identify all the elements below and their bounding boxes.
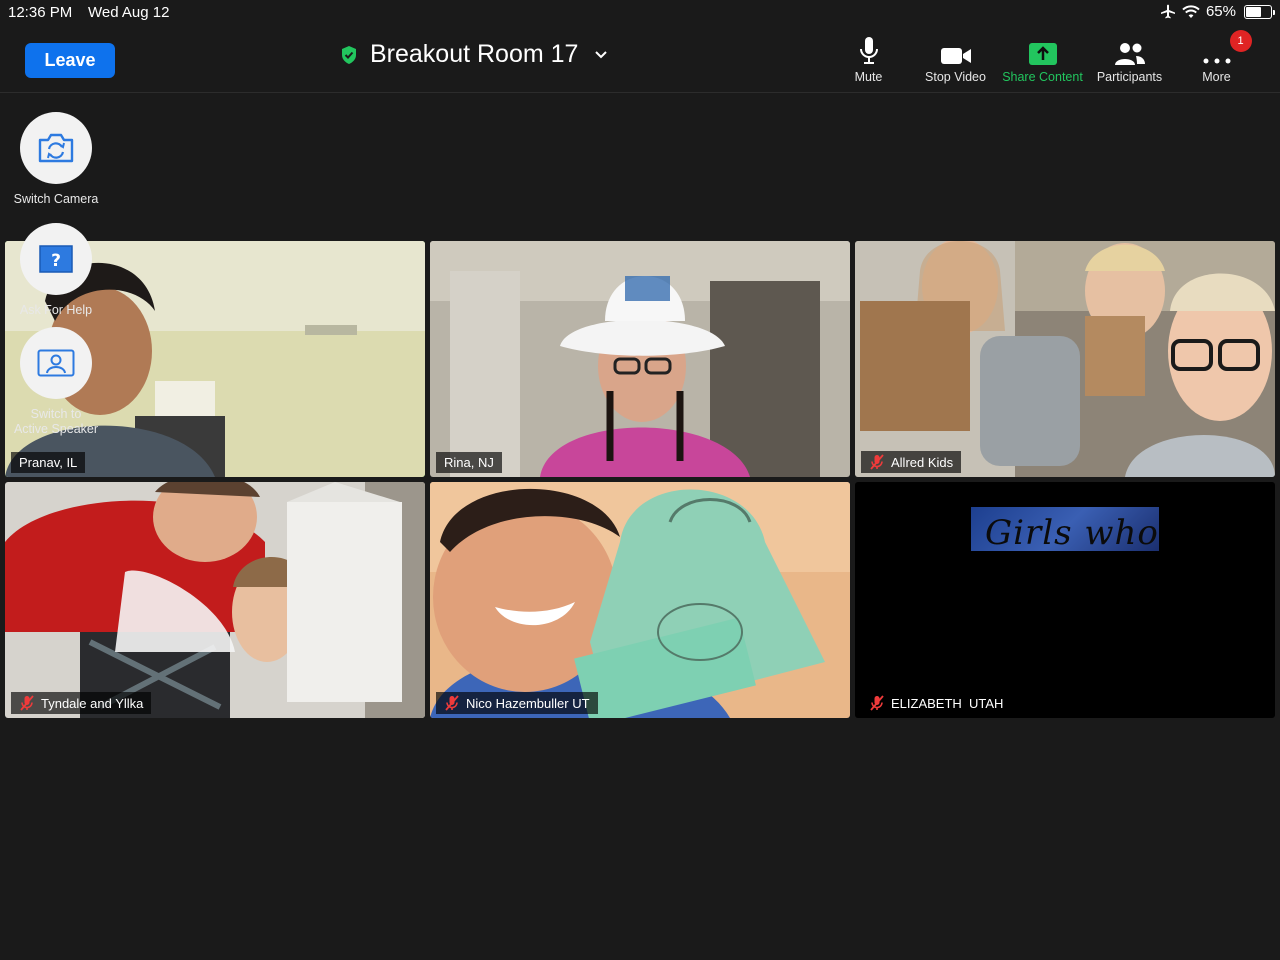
- toolbar-actions: Mute Stop Video Share Content Participan…: [825, 30, 1260, 84]
- battery-icon: [1244, 4, 1275, 19]
- video-tile[interactable]: Nico Hazembuller UT: [430, 482, 850, 718]
- svg-text:?: ?: [51, 251, 61, 271]
- help-question-icon: ?: [39, 245, 73, 273]
- ask-for-help-label: Ask For Help: [19, 303, 93, 317]
- wifi-icon: [1182, 4, 1200, 18]
- video-feed: [5, 482, 425, 718]
- participant-name: Tyndale and Yllka: [41, 695, 144, 711]
- video-feed: [430, 482, 850, 718]
- shield-check-icon: [342, 45, 356, 64]
- switch-camera-label: Switch Camera: [13, 192, 99, 206]
- video-camera-icon: [940, 48, 971, 64]
- participant-name-tag: Rina, NJ: [436, 452, 502, 473]
- battery-percent: 65%: [1205, 3, 1236, 20]
- battery-level: [1246, 6, 1261, 17]
- participant-name-tag: Tyndale and Yllka: [11, 692, 152, 714]
- switch-active-speaker-button[interactable]: Switch to Active Speaker: [1, 327, 111, 437]
- participant-name: Nico Hazembuller UT: [466, 695, 590, 711]
- participants-icon: [1114, 43, 1145, 65]
- participant-name: Allred Kids: [891, 454, 954, 470]
- microphone-muted-icon: [20, 695, 34, 711]
- video-feed: [855, 241, 1275, 477]
- room-title-dropdown[interactable]: Breakout Room 17: [340, 40, 608, 69]
- switch-speaker-label-line1: Switch to: [30, 407, 82, 421]
- chevron-down-icon: [595, 50, 608, 58]
- video-feed: [430, 241, 850, 477]
- stop-video-button[interactable]: Stop Video: [912, 34, 999, 84]
- room-title: Breakout Room 17: [370, 40, 579, 68]
- participant-name: ELIZABETH UTAH: [891, 695, 1004, 711]
- mute-label: Mute: [854, 70, 883, 84]
- notification-badge: 1: [1229, 30, 1252, 52]
- microphone-icon: [859, 37, 878, 64]
- mute-button[interactable]: Mute: [825, 34, 912, 84]
- participant-name: Rina, NJ: [444, 455, 494, 470]
- leave-button[interactable]: Leave: [25, 43, 115, 78]
- participant-name-tag: Allred Kids: [861, 451, 962, 473]
- microphone-muted-icon: [445, 695, 459, 711]
- status-bar: 12:36 PM Wed Aug 12 65%: [0, 0, 1280, 26]
- ask-for-help-button[interactable]: ? Ask For Help: [1, 223, 111, 318]
- share-content-button[interactable]: Share Content: [999, 34, 1086, 84]
- participant-name-tag: ELIZABETH UTAH: [861, 692, 1011, 714]
- stop-video-label: Stop Video: [925, 70, 986, 84]
- girls-who-banner: Girls who: [971, 507, 1159, 551]
- video-tile[interactable]: Girls who ELIZABETH UTAH: [855, 482, 1275, 718]
- meeting-toolbar: Leave Breakout Room 17 Mute Stop Video S…: [0, 26, 1280, 93]
- microphone-muted-icon: [870, 695, 884, 711]
- participant-name: Pranav, IL: [19, 455, 78, 470]
- switch-camera-button[interactable]: Switch Camera: [1, 112, 111, 207]
- more-dots-icon: [1203, 58, 1230, 64]
- participants-button[interactable]: Participants: [1086, 34, 1173, 84]
- banner-text: Girls who: [985, 513, 1159, 551]
- status-indicators: 65%: [1160, 3, 1275, 20]
- airplane-icon: [1160, 4, 1175, 18]
- more-label: More: [1202, 70, 1231, 84]
- switch-camera-icon: [38, 133, 74, 163]
- status-time: 12:36 PM: [8, 4, 73, 21]
- switch-speaker-label-line2: Active Speaker: [13, 422, 99, 436]
- participants-label: Participants: [1096, 70, 1163, 84]
- share-screen-icon: [1028, 43, 1057, 65]
- status-date: Wed Aug 12: [88, 4, 170, 21]
- microphone-muted-icon: [870, 454, 884, 470]
- participant-name-tag: Nico Hazembuller UT: [436, 692, 598, 714]
- video-tile[interactable]: Tyndale and Yllka: [5, 482, 425, 718]
- active-speaker-icon: [37, 349, 75, 377]
- participant-name-tag: Pranav, IL: [11, 452, 86, 473]
- more-button[interactable]: 1 More: [1173, 30, 1260, 84]
- video-tile[interactable]: Allred Kids: [855, 241, 1275, 477]
- share-content-label: Share Content: [1002, 70, 1083, 84]
- video-tile[interactable]: Rina, NJ: [430, 241, 850, 477]
